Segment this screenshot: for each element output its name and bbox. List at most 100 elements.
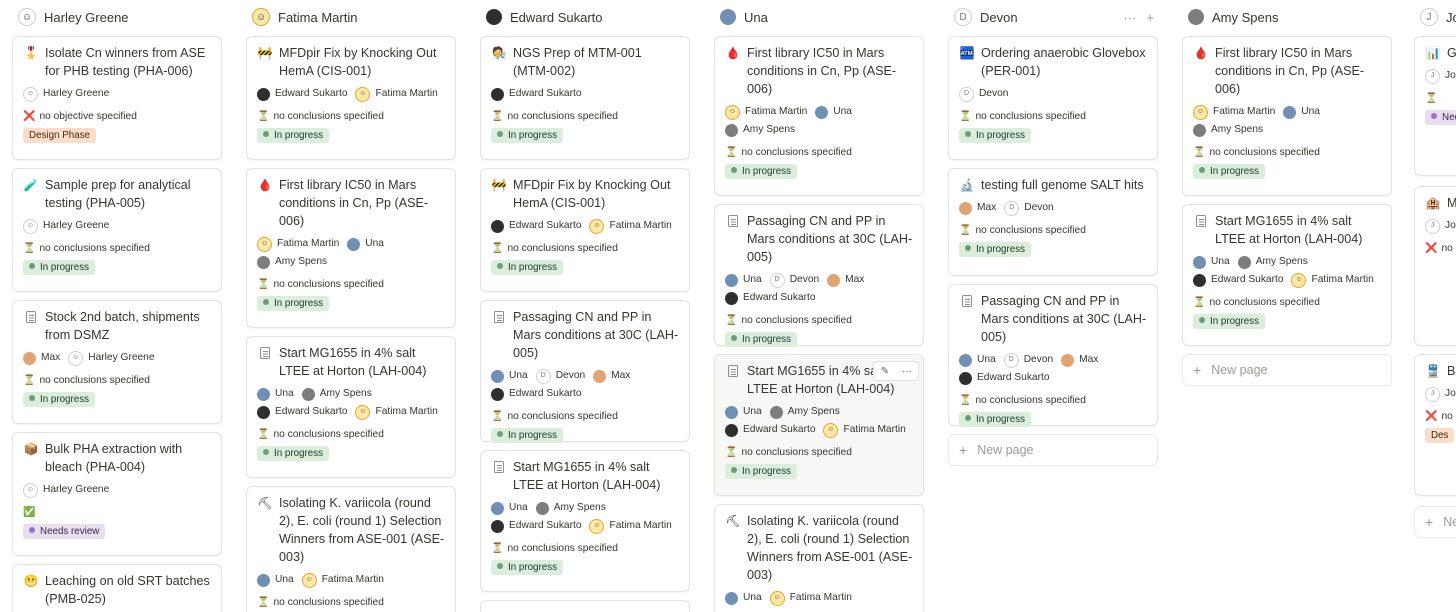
page-card[interactable]: 🩸 First library IC50 in Mars conditions i… [246,168,456,328]
person-name: Edward Sukarto [1211,274,1284,285]
avatar [257,87,270,101]
avatar [491,387,504,401]
status-badge: In progress [23,260,96,275]
page-card[interactable]: 📦 Bulk PHA extraction with bleach (PHA-00… [12,432,222,556]
column-header[interactable]: D Devon ··· + [948,0,1160,34]
hourglass-icon: ⏳ [725,446,738,458]
avatar [1237,255,1251,269]
avatar [491,519,504,533]
avatar: D [769,272,785,288]
column-amy-spens: Amy Spens 🩸 First library IC50 in Mars co… [1182,0,1394,386]
page-card[interactable]: 🏨 Mi Mo Ar QI J Jon ❌no o [1414,186,1456,346]
column-header[interactable]: Amy Spens [1182,0,1394,34]
page-card[interactable]: 🚧 MFDpir Fix by Knocking Out HemA (CIS-00… [480,168,690,292]
column-header[interactable]: Edward Sukarto [480,0,692,34]
person-name: Harley Greene [43,220,110,231]
plus-icon[interactable]: + [1146,10,1154,25]
avatar [23,351,36,365]
person-name: Max [1079,354,1099,365]
card-title: Start MG1655 in 4% salt LTEE at Horton (… [279,346,427,378]
page-card[interactable]: Passaging CN and PP in Mars conditions a… [480,300,690,443]
column-header[interactable]: J Jo [1414,0,1456,34]
page-card[interactable]: ⛏ Isolating K. variicola (round 2), E. co… [246,486,456,612]
person-name: Una [365,238,384,249]
hourglass-icon: ⏳ [491,410,504,422]
objective-text: no o [1441,410,1456,422]
document-icon [491,458,507,478]
avatar [815,105,829,119]
card-title: Leaching on old SRT batches (PMB-025) [45,574,210,606]
page-card[interactable]: 😬 Leaching on old SRT batches (PMB-025) [12,564,222,612]
page-card[interactable]: Start MG1655 in 4% salt LTEE at Horton (… [480,450,690,592]
page-card[interactable]: ✎ ··· Start MG1655 in 4% salt LTEE at Ho… [714,354,924,496]
page-card[interactable]: Stock 2nd batch, shipments from DSMZ Max… [12,300,222,424]
new-page-button[interactable]: + New page [948,434,1158,466]
person-name: Devon [979,88,1009,99]
person-name: Una [509,370,528,381]
page-card[interactable]: ⛏ Isolating K. variicola (round 2), E. co… [714,504,924,612]
page-card[interactable]: Start MG1655 in 4% salt LTEE at Horton (… [1182,204,1392,346]
status-badge: In progress [1193,164,1266,179]
status-badge: In progress [491,428,564,443]
page-card[interactable]: 🚆 Ba Ar (M J Jon ❌no o Des [1414,354,1456,496]
avatar: D [1003,352,1019,368]
page-card[interactable]: 🧑‍🔬 NGS Prep of MTM-001 (MTM-002) Edward … [480,36,690,160]
page-card[interactable]: 🧪 Sample prep for analytical testing (PHA… [12,168,222,292]
status-badge: In progress [491,260,564,275]
avatar: ☺ [301,572,317,588]
card-title: Gr Cl Co [1447,46,1456,60]
status-badge: In progress [725,164,798,179]
page-card[interactable]: 🩸 First library IC50 in Mars conditions i… [714,36,924,196]
page-card[interactable]: 🚧 MFDpir Fix by Knocking Out HemA (CIS-00… [246,36,456,160]
page-card[interactable]: 📊 Gr Cl Co J Jon ⏳ Nee [1414,36,1456,176]
new-page-button[interactable]: + Ne [1414,506,1456,538]
page-card[interactable]: Passaging CN and PP in Mars conditions a… [714,204,924,347]
person-name: Una [1301,106,1320,117]
cross-icon: ❌ [1425,242,1438,254]
edit-icon[interactable]: ✎ [874,362,896,380]
card-hover-toolbar: ✎ ··· [873,361,919,381]
column-title: Devon [980,9,1018,25]
page-card[interactable]: 🔬 testing full genome SALT hits Max D Devo… [948,168,1158,276]
avatar [725,591,738,605]
objective-text: no objective specified [39,110,137,122]
avatar [725,423,738,437]
page-card[interactable]: Passaging CN and PP in Mars conditions a… [948,284,1158,427]
card-title: Start MG1655 in 4% salt LTEE at Horton (… [513,460,661,492]
person-name: Una [509,502,528,513]
avatar [725,273,738,287]
column-header[interactable]: ☺ Fatima Martin [246,0,458,34]
avatar: ☺ [589,218,605,234]
column-title: Fatima Martin [278,9,358,25]
new-page-button[interactable]: + New page [1182,354,1392,386]
hourglass-icon: ⏳ [491,242,504,254]
person-name: Jon [1445,220,1456,231]
hourglass-icon: ⏳ [959,110,972,122]
conclusions-text: no conclusions specified [741,146,852,158]
check-icon: ✅ [23,506,36,518]
page-card[interactable]: 🩸 First library IC50 in Mars conditions i… [1182,36,1392,196]
page-card[interactable]: Start MG1655 in 4% salt LTEE at Horton (… [246,336,456,478]
person-name: Fatima Martin [745,106,808,117]
avatar [827,273,841,287]
avatar [491,501,504,515]
page-card[interactable]: 🎖️ Isolate Cn winners from ASE for PHB te… [12,36,222,160]
card-title: First library IC50 in Mars conditions in… [279,178,429,228]
column-header[interactable]: Una [714,0,926,34]
card-title: Stock 2nd batch, shipments from DSMZ [45,310,200,342]
card-title: MFDpir Fix by Knocking Out HemA (CIS-001… [513,178,671,210]
status-badge: In progress [959,412,1032,427]
person-name: Max [611,370,631,381]
page-card[interactable] [480,600,690,612]
pipette-icon: 🩸 [1193,46,1209,60]
more-icon[interactable]: ··· [1123,10,1136,25]
avatar: J [1425,386,1440,402]
column-header[interactable]: ☺ Harley Greene [12,0,224,34]
train-icon: 🚆 [1425,364,1441,378]
card-title: Sample prep for analytical testing (PHA-… [45,178,191,210]
page-card[interactable]: 🏧 Ordering anaerobic Glovebox (PER-001) D… [948,36,1158,160]
person-name: Edward Sukarto [509,220,582,231]
person-name: Una [743,274,762,285]
avatar-icon [486,9,502,25]
more-icon[interactable]: ··· [896,362,918,380]
